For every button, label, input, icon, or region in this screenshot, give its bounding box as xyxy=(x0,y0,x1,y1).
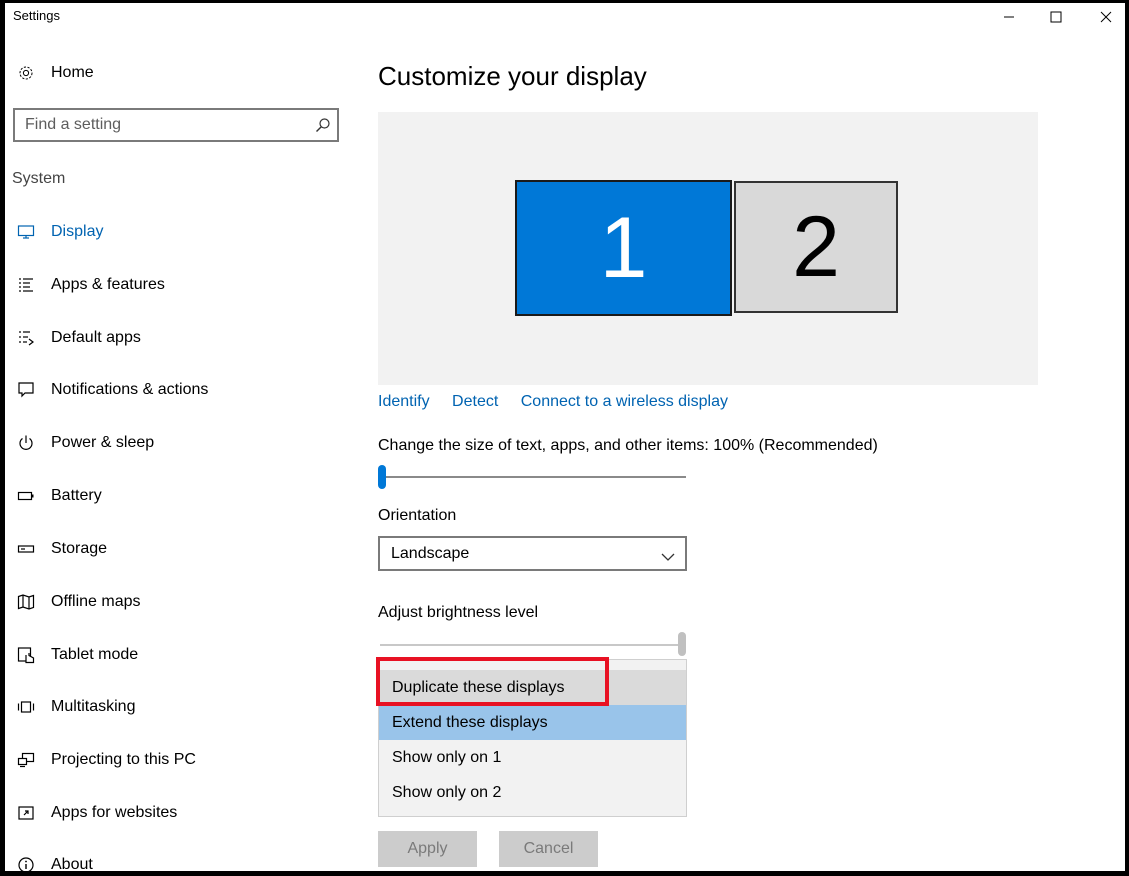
gear-icon xyxy=(17,64,35,82)
close-icon xyxy=(1100,11,1112,23)
orientation-label: Orientation xyxy=(378,507,457,524)
brightness-slider-thumb[interactable] xyxy=(678,632,686,656)
orientation-select[interactable]: Landscape xyxy=(378,536,687,571)
notification-icon xyxy=(17,381,35,399)
sidebar-item-multitasking[interactable]: Multitasking xyxy=(5,687,350,727)
cancel-button[interactable]: Cancel xyxy=(499,831,598,867)
orientation-value: Landscape xyxy=(391,545,470,562)
sidebar-item-label: Projecting to this PC xyxy=(51,751,196,768)
minimize-icon xyxy=(1003,11,1015,23)
info-icon xyxy=(17,856,35,871)
identify-link[interactable]: Identify xyxy=(378,393,430,410)
brightness-slider-track xyxy=(380,644,686,646)
sidebar-item-label: Offline maps xyxy=(51,593,141,610)
connect-wireless-link[interactable]: Connect to a wireless display xyxy=(521,393,728,410)
chevron-down-icon xyxy=(661,549,675,567)
sidebar-item-label: Apps & features xyxy=(51,276,165,293)
search-icon[interactable] xyxy=(315,117,331,133)
sidebar-item-default-apps[interactable]: Default apps xyxy=(5,318,350,358)
map-icon xyxy=(17,593,35,611)
detect-link[interactable]: Detect xyxy=(452,393,498,410)
page-title: Customize your display xyxy=(378,61,647,91)
sidebar-item-display[interactable]: Display xyxy=(5,212,350,252)
window-title: Settings xyxy=(13,8,60,23)
sidebar-item-label: About xyxy=(51,856,93,871)
scale-slider-thumb[interactable] xyxy=(378,465,386,489)
sidebar-item-label: Multitasking xyxy=(51,698,136,715)
display-links: Identify Detect Connect to a wireless di… xyxy=(378,393,746,411)
scale-label: Change the size of text, apps, and other… xyxy=(378,437,878,454)
display-icon xyxy=(17,223,35,241)
sidebar-item-notifications[interactable]: Notifications & actions xyxy=(5,370,350,410)
title-bar: Settings xyxy=(5,3,1125,31)
brightness-label: Adjust brightness level xyxy=(378,604,539,621)
maximize-icon xyxy=(1050,11,1062,23)
home-label: Home xyxy=(51,64,94,81)
annotation-highlight-box xyxy=(376,657,609,706)
settings-window: Settings Home System xyxy=(5,3,1125,871)
search-box xyxy=(13,108,339,142)
sidebar-item-label: Battery xyxy=(51,487,102,504)
projecting-icon xyxy=(17,751,35,769)
close-button[interactable] xyxy=(1083,3,1125,31)
battery-icon xyxy=(17,487,35,505)
sidebar-item-storage[interactable]: Storage xyxy=(5,529,350,569)
tablet-icon xyxy=(17,646,35,664)
sidebar-item-label: Default apps xyxy=(51,329,141,346)
home-nav-item[interactable]: Home xyxy=(5,53,350,93)
list-icon xyxy=(17,276,35,294)
option-extend-displays[interactable]: Extend these displays xyxy=(379,705,686,740)
sidebar-item-about[interactable]: About xyxy=(5,845,350,871)
monitor-1[interactable]: 1 xyxy=(515,180,732,316)
section-label-system: System xyxy=(12,170,66,187)
storage-icon xyxy=(17,540,35,558)
option-show-only-1[interactable]: Show only on 1 xyxy=(379,740,686,775)
sidebar-item-battery[interactable]: Battery xyxy=(5,476,350,516)
search-input[interactable] xyxy=(15,110,305,140)
option-show-only-2[interactable]: Show only on 2 xyxy=(379,775,686,810)
multitasking-icon xyxy=(17,698,35,716)
sidebar-item-label: Storage xyxy=(51,540,108,557)
sidebar-item-label: Power & sleep xyxy=(51,434,155,451)
power-icon xyxy=(17,434,35,452)
display-arrangement: 1 2 xyxy=(378,112,1038,385)
scale-slider-track xyxy=(380,476,686,478)
default-apps-icon xyxy=(17,329,35,347)
sidebar-item-apps-features[interactable]: Apps & features xyxy=(5,265,350,305)
apply-button[interactable]: Apply xyxy=(378,831,477,867)
sidebar-item-label: Apps for websites xyxy=(51,804,178,821)
sidebar-item-label: Display xyxy=(51,223,104,240)
sidebar-item-tablet-mode[interactable]: Tablet mode xyxy=(5,635,350,675)
maximize-button[interactable] xyxy=(1033,3,1079,31)
sidebar-item-apps-for-websites[interactable]: Apps for websites xyxy=(5,793,350,833)
sidebar-item-label: Notifications & actions xyxy=(51,381,209,398)
sidebar-item-projecting[interactable]: Projecting to this PC xyxy=(5,740,350,780)
sidebar-item-offline-maps[interactable]: Offline maps xyxy=(5,582,350,622)
apps-websites-icon xyxy=(17,804,35,822)
sidebar-item-power-sleep[interactable]: Power & sleep xyxy=(5,423,350,463)
minimize-button[interactable] xyxy=(986,3,1032,31)
sidebar-item-label: Tablet mode xyxy=(51,646,139,663)
monitor-2[interactable]: 2 xyxy=(734,181,898,313)
